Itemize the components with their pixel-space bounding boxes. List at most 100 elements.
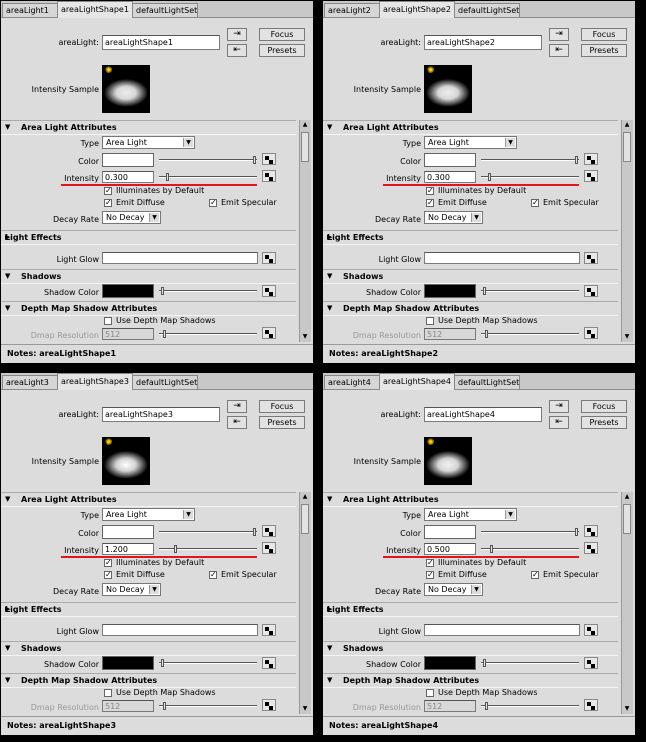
type-dropdown[interactable]: Area Light ▼ — [102, 136, 195, 149]
light-glow-field[interactable] — [424, 624, 580, 636]
color-slider[interactable] — [481, 156, 579, 164]
light-color-swatch[interactable] — [102, 153, 154, 167]
dmap-resolution-field[interactable]: 512 — [102, 700, 154, 712]
emit-diffuse-checkbox[interactable]: ✓ — [104, 571, 112, 579]
shadow-color-swatch[interactable] — [424, 284, 476, 298]
tab-2[interactable]: defaultLightSet — [454, 375, 520, 389]
tab-1[interactable]: areaLightShape2 — [379, 1, 455, 18]
illuminates-by-default-checkbox[interactable]: ✓ — [426, 187, 434, 195]
intensity-field[interactable]: 0.300 — [424, 171, 476, 183]
shadow-color-slider[interactable] — [481, 287, 579, 295]
scroll-thumb[interactable] — [623, 504, 631, 534]
intensity-field[interactable]: 0.300 — [102, 171, 154, 183]
tab-2[interactable]: defaultLightSet — [132, 3, 198, 17]
emit-diffuse-checkbox[interactable]: ✓ — [426, 199, 434, 207]
intensity-slider[interactable] — [481, 545, 579, 553]
tab-1[interactable]: areaLightShape4 — [379, 373, 455, 390]
dmap-resolution-slider[interactable] — [481, 702, 579, 710]
focus-button[interactable]: Focus — [581, 28, 627, 41]
dmap-resolution-slider[interactable] — [481, 330, 579, 338]
map-button-icon[interactable] — [262, 624, 276, 636]
light-glow-field[interactable] — [102, 624, 258, 636]
input-connection-icon[interactable]: ⇥ — [227, 28, 247, 41]
shadows-header[interactable]: ▼ Shadows — [1, 269, 296, 284]
shadow-color-swatch[interactable] — [102, 656, 154, 670]
emit-specular-checkbox[interactable]: ✓ — [531, 199, 539, 207]
dmap-resolution-slider[interactable] — [159, 330, 257, 338]
presets-button[interactable]: Presets — [581, 44, 627, 57]
color-slider[interactable] — [481, 528, 579, 536]
focus-button[interactable]: Focus — [581, 400, 627, 413]
presets-button[interactable]: Presets — [581, 416, 627, 429]
shadow-color-swatch[interactable] — [424, 656, 476, 670]
depth-map-shadow-attributes-header[interactable]: ▼ Depth Map Shadow Attributes — [1, 673, 296, 688]
dmap-resolution-field[interactable]: 512 — [424, 328, 476, 340]
map-button-icon[interactable] — [262, 657, 276, 669]
light-effects-header[interactable]: ▶ Light Effects — [1, 230, 296, 245]
light-effects-header[interactable]: ▶ Light Effects — [1, 602, 296, 617]
focus-button[interactable]: Focus — [259, 28, 305, 41]
shadow-color-slider[interactable] — [159, 287, 257, 295]
map-button-icon[interactable] — [262, 170, 276, 182]
intensity-slider[interactable] — [159, 545, 257, 553]
shadow-color-swatch[interactable] — [102, 284, 154, 298]
scroll-thumb[interactable] — [623, 132, 631, 162]
node-name-field[interactable]: areaLightShape1 — [102, 35, 220, 50]
type-dropdown[interactable]: Area Light ▼ — [424, 508, 517, 521]
scrollbar[interactable]: ▲ ▼ — [299, 120, 311, 342]
emit-diffuse-checkbox[interactable]: ✓ — [426, 571, 434, 579]
dmap-resolution-slider[interactable] — [159, 702, 257, 710]
emit-specular-checkbox[interactable]: ✓ — [209, 199, 217, 207]
dmap-resolution-field[interactable]: 512 — [102, 328, 154, 340]
map-button-icon[interactable] — [262, 542, 276, 554]
use-depth-map-shadows-checkbox[interactable] — [426, 689, 434, 697]
intensity-slider[interactable] — [481, 173, 579, 181]
emit-diffuse-checkbox[interactable]: ✓ — [104, 199, 112, 207]
map-button-icon[interactable] — [262, 699, 276, 711]
tab-0[interactable]: areaLight4 — [324, 375, 380, 389]
output-connection-icon[interactable]: ⇤ — [549, 44, 569, 57]
light-effects-header[interactable]: ▶ Light Effects — [323, 230, 618, 245]
map-button-icon[interactable] — [584, 327, 598, 339]
input-connection-icon[interactable]: ⇥ — [227, 400, 247, 413]
map-button-icon[interactable] — [584, 699, 598, 711]
scroll-up-icon[interactable]: ▲ — [623, 121, 631, 129]
shadow-color-slider[interactable] — [481, 659, 579, 667]
light-color-swatch[interactable] — [424, 153, 476, 167]
input-connection-icon[interactable]: ⇥ — [549, 400, 569, 413]
map-button-icon[interactable] — [584, 252, 598, 264]
map-button-icon[interactable] — [584, 153, 598, 165]
use-depth-map-shadows-checkbox[interactable] — [104, 689, 112, 697]
map-button-icon[interactable] — [584, 657, 598, 669]
scroll-thumb[interactable] — [301, 132, 309, 162]
scroll-down-icon[interactable]: ▼ — [301, 705, 309, 713]
scroll-down-icon[interactable]: ▼ — [623, 333, 631, 341]
tab-0[interactable]: areaLight2 — [324, 3, 380, 17]
tab-1[interactable]: areaLightShape1 — [57, 1, 133, 18]
map-button-icon[interactable] — [262, 153, 276, 165]
scroll-up-icon[interactable]: ▲ — [301, 121, 309, 129]
decay-rate-dropdown[interactable]: No Decay ▼ — [102, 583, 161, 596]
area-light-attributes-header[interactable]: ▼ Area Light Attributes — [1, 120, 296, 135]
color-slider[interactable] — [159, 528, 257, 536]
illuminates-by-default-checkbox[interactable]: ✓ — [104, 559, 112, 567]
depth-map-shadow-attributes-header[interactable]: ▼ Depth Map Shadow Attributes — [323, 301, 618, 316]
intensity-slider[interactable] — [159, 173, 257, 181]
presets-button[interactable]: Presets — [259, 44, 305, 57]
emit-specular-checkbox[interactable]: ✓ — [531, 571, 539, 579]
decay-rate-dropdown[interactable]: No Decay ▼ — [424, 583, 483, 596]
presets-button[interactable]: Presets — [259, 416, 305, 429]
light-effects-header[interactable]: ▶ Light Effects — [323, 602, 618, 617]
tab-2[interactable]: defaultLightSet — [454, 3, 520, 17]
area-light-attributes-header[interactable]: ▼ Area Light Attributes — [1, 492, 296, 507]
map-button-icon[interactable] — [262, 327, 276, 339]
scroll-down-icon[interactable]: ▼ — [301, 333, 309, 341]
shadows-header[interactable]: ▼ Shadows — [323, 269, 618, 284]
scrollbar[interactable]: ▲ ▼ — [621, 492, 633, 714]
color-slider[interactable] — [159, 156, 257, 164]
tab-0[interactable]: areaLight3 — [2, 375, 58, 389]
use-depth-map-shadows-checkbox[interactable] — [104, 317, 112, 325]
light-glow-field[interactable] — [102, 252, 258, 264]
output-connection-icon[interactable]: ⇤ — [549, 416, 569, 429]
illuminates-by-default-checkbox[interactable]: ✓ — [426, 559, 434, 567]
